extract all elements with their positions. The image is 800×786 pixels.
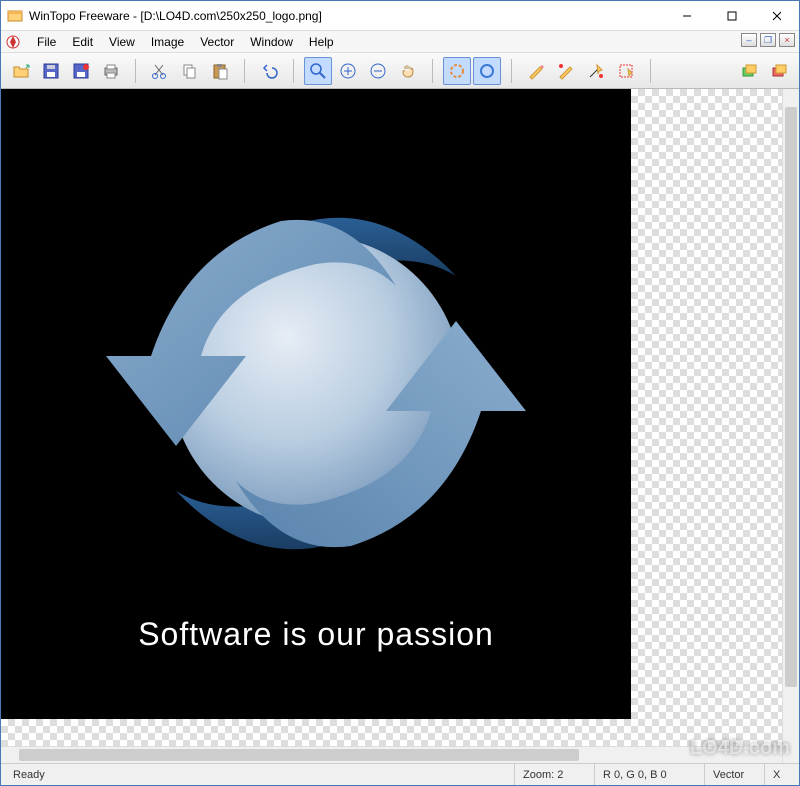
paste-icon xyxy=(211,62,229,80)
zoom-icon xyxy=(309,62,327,80)
titlebar: WinTopo Freeware - [D:\LO4D.com\250x250_… xyxy=(1,1,799,31)
horizontal-scrollbar[interactable] xyxy=(1,746,782,763)
copy-icon xyxy=(181,62,199,80)
loaded-image: Software is our passion xyxy=(1,89,631,719)
menubar: File Edit View Image Vector Window Help … xyxy=(1,31,799,53)
mdi-app-icon xyxy=(5,34,21,50)
trace-solid-icon xyxy=(478,62,496,80)
layers-b-button[interactable] xyxy=(765,57,793,85)
watermark: LO4D.com xyxy=(690,737,790,760)
draw-button[interactable] xyxy=(522,57,550,85)
status-zoom: Zoom: 2 xyxy=(515,764,595,785)
crop-icon xyxy=(617,62,635,80)
menu-help[interactable]: Help xyxy=(301,33,342,51)
undo-button[interactable] xyxy=(255,57,283,85)
undo-icon xyxy=(260,62,278,80)
status-ready: Ready xyxy=(5,764,515,785)
window-title: WinTopo Freeware - [D:\LO4D.com\250x250_… xyxy=(29,9,664,23)
canvas-viewport[interactable]: Software is our passion xyxy=(1,89,782,746)
statusbar: Ready Zoom: 2 R 0, G 0, B 0 Vector X xyxy=(1,763,799,785)
open-button[interactable] xyxy=(7,57,35,85)
mdi-close-button[interactable]: × xyxy=(779,33,795,47)
menu-edit[interactable]: Edit xyxy=(64,33,101,51)
copy-button[interactable] xyxy=(176,57,204,85)
zoom-out-icon xyxy=(369,62,387,80)
menu-view[interactable]: View xyxy=(101,33,143,51)
print-button[interactable] xyxy=(97,57,125,85)
menu-window[interactable]: Window xyxy=(242,33,301,51)
logo-graphic xyxy=(56,156,576,596)
status-rgb: R 0, G 0, B 0 xyxy=(595,764,705,785)
cut-button[interactable] xyxy=(146,57,174,85)
maximize-button[interactable] xyxy=(709,1,754,30)
zoom-in-icon xyxy=(339,62,357,80)
zoom-button[interactable] xyxy=(304,57,332,85)
window-controls xyxy=(664,1,799,30)
save-button[interactable] xyxy=(37,57,65,85)
image-caption: Software is our passion xyxy=(138,616,494,653)
trace-dotted-icon xyxy=(448,62,466,80)
draw-ext-icon xyxy=(557,62,575,80)
mdi-restore-button[interactable]: ❐ xyxy=(760,33,776,47)
paste-button[interactable] xyxy=(206,57,234,85)
save-icon xyxy=(42,62,60,80)
trace-solid-button[interactable] xyxy=(473,57,501,85)
vector-tool-icon xyxy=(587,62,605,80)
status-vector: Vector xyxy=(705,764,765,785)
menu-file[interactable]: File xyxy=(29,33,64,51)
zoom-in-button[interactable] xyxy=(334,57,362,85)
app-icon xyxy=(7,8,23,24)
mdi-controls: – ❐ × xyxy=(741,33,795,47)
cut-icon xyxy=(151,62,169,80)
zoom-out-button[interactable] xyxy=(364,57,392,85)
open-icon xyxy=(12,62,30,80)
layers-a-button[interactable] xyxy=(735,57,763,85)
crop-button[interactable] xyxy=(612,57,640,85)
layers-a-icon xyxy=(740,62,758,80)
status-coord: X xyxy=(765,764,795,785)
save-as-icon xyxy=(72,62,90,80)
minimize-button[interactable] xyxy=(664,1,709,30)
menu-vector[interactable]: Vector xyxy=(192,33,242,51)
vertical-scrollbar[interactable] xyxy=(782,89,799,763)
close-button[interactable] xyxy=(754,1,799,30)
print-icon xyxy=(102,62,120,80)
pan-button[interactable] xyxy=(394,57,422,85)
draw-icon xyxy=(527,62,545,80)
save-as-button[interactable] xyxy=(67,57,95,85)
workspace: Software is our passion xyxy=(1,89,799,763)
canvas-area: Software is our passion xyxy=(1,89,782,763)
vector-tool-button[interactable] xyxy=(582,57,610,85)
app-window: WinTopo Freeware - [D:\LO4D.com\250x250_… xyxy=(0,0,800,786)
menu-image[interactable]: Image xyxy=(143,33,192,51)
trace-dotted-button[interactable] xyxy=(443,57,471,85)
draw-ext-button[interactable] xyxy=(552,57,580,85)
mdi-minimize-button[interactable]: – xyxy=(741,33,757,47)
toolbar xyxy=(1,53,799,89)
pan-icon xyxy=(399,62,417,80)
layers-b-icon xyxy=(770,62,788,80)
